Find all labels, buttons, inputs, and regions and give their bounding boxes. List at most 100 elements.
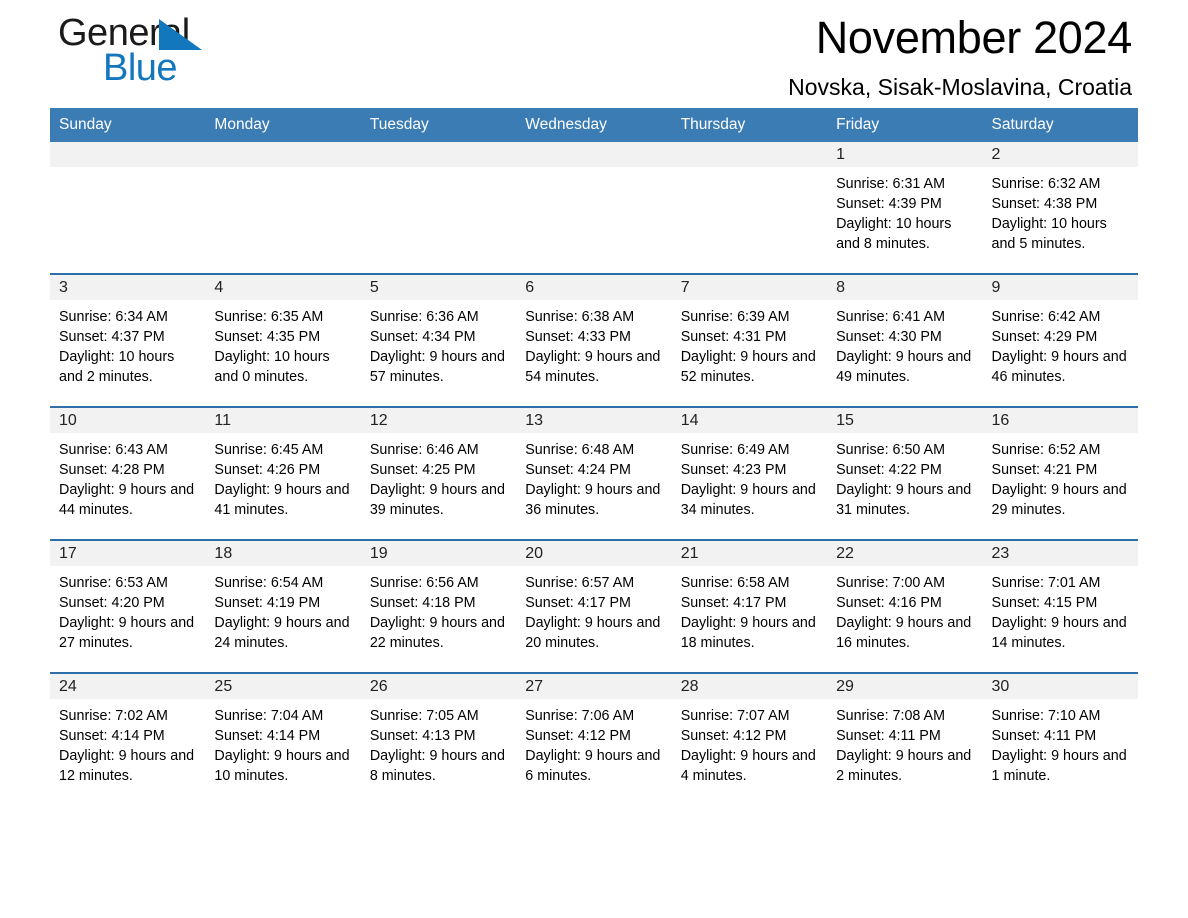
calendar-day-cell[interactable]: 11 Sunrise: 6:45 AM Sunset: 4:26 PM Dayligh…: [205, 406, 361, 540]
day-cell-inner: 17 Sunrise: 6:53 AM Sunset: 4:20 PM Dayligh…: [50, 541, 206, 672]
day-number: 25: [205, 674, 361, 699]
weekday-header-monday: Monday: [205, 108, 361, 142]
calendar-day-cell[interactable]: 1 Sunrise: 6:31 AM Sunset: 4:39 PM Daylight…: [827, 142, 983, 274]
day-cell-inner: 25 Sunrise: 7:04 AM Sunset: 4:14 PM Dayligh…: [205, 674, 361, 805]
day-cell-inner: 2 Sunrise: 6:32 AM Sunset: 4:38 PM Daylight…: [982, 142, 1138, 273]
calendar-day-cell[interactable]: 27 Sunrise: 7:06 AM Sunset: 4:12 PM Dayligh…: [516, 672, 672, 805]
logo-text-blue: Blue: [103, 47, 178, 89]
day-details: Sunrise: 6:48 AM Sunset: 4:24 PM Daylight:…: [516, 433, 671, 520]
day-number: 27: [516, 674, 672, 699]
day-cell-inner: 13 Sunrise: 6:48 AM Sunset: 4:24 PM Dayligh…: [516, 408, 672, 539]
sunset-text: Sunset: 4:25 PM: [369, 462, 476, 478]
daylight-text: Daylight: 9 hours and 8 minutes.: [369, 748, 505, 784]
calendar-day-cell[interactable]: 4 Sunrise: 6:35 AM Sunset: 4:35 PM Daylight…: [205, 273, 361, 407]
day-details: Sunrise: 7:02 AM Sunset: 4:14 PM Daylight:…: [50, 699, 205, 786]
sunrise-text: Sunrise: 6:48 AM: [525, 442, 635, 458]
sunrise-text: Sunrise: 6:46 AM: [369, 442, 479, 458]
calendar-day-cell[interactable]: 14 Sunrise: 6:49 AM Sunset: 4:23 PM Dayligh…: [671, 406, 828, 540]
sunset-text: Sunset: 4:24 PM: [525, 462, 631, 478]
calendar-day-cell[interactable]: 24 Sunrise: 7:02 AM Sunset: 4:14 PM Dayligh…: [50, 672, 206, 805]
day-details: Sunrise: 6:35 AM Sunset: 4:35 PM Daylight:…: [205, 300, 360, 387]
day-details: Sunrise: 6:54 AM Sunset: 4:19 PM Daylight:…: [205, 566, 360, 653]
daylight-text: Daylight: 9 hours and 54 minutes.: [525, 349, 661, 385]
day-details: Sunrise: 6:58 AM Sunset: 4:17 PM Daylight:…: [672, 566, 827, 653]
calendar-day-cell[interactable]: 19 Sunrise: 6:56 AM Sunset: 4:18 PM Dayligh…: [360, 539, 517, 673]
calendar-day-cell[interactable]: 12 Sunrise: 6:46 AM Sunset: 4:25 PM Dayligh…: [360, 406, 517, 540]
calendar-day-cell[interactable]: 26 Sunrise: 7:05 AM Sunset: 4:13 PM Dayligh…: [360, 672, 517, 805]
sunrise-text: Sunrise: 6:35 AM: [214, 309, 324, 325]
day-details: Sunrise: 7:04 AM Sunset: 4:14 PM Daylight:…: [205, 699, 360, 786]
sunset-text: Sunset: 4:14 PM: [59, 728, 165, 744]
day-details: Sunrise: 6:41 AM Sunset: 4:30 PM Daylight:…: [827, 300, 982, 387]
calendar-day-cell[interactable]: 29 Sunrise: 7:08 AM Sunset: 4:11 PM Dayligh…: [827, 672, 983, 805]
sunset-text: Sunset: 4:22 PM: [836, 462, 942, 478]
daylight-text: Daylight: 9 hours and 44 minutes.: [59, 482, 195, 518]
weekday-header-saturday: Saturday: [982, 108, 1138, 142]
day-cell-inner: 4 Sunrise: 6:35 AM Sunset: 4:35 PM Daylight…: [205, 275, 361, 406]
sunrise-text: Sunrise: 6:52 AM: [991, 442, 1101, 458]
sunrise-text: Sunrise: 7:10 AM: [991, 708, 1101, 724]
day-cell-inner: 28 Sunrise: 7:07 AM Sunset: 4:12 PM Dayligh…: [671, 674, 828, 805]
calendar-day-cell[interactable]: 28 Sunrise: 7:07 AM Sunset: 4:12 PM Dayligh…: [671, 672, 828, 805]
calendar-day-cell[interactable]: 3 Sunrise: 6:34 AM Sunset: 4:37 PM Daylight…: [50, 273, 206, 407]
day-cell-inner: 6 Sunrise: 6:38 AM Sunset: 4:33 PM Daylight…: [516, 275, 672, 406]
calendar-header-row: Sunday Monday Tuesday Wednesday Thursday…: [50, 108, 1138, 142]
day-cell-inner: [671, 142, 828, 273]
sunrise-text: Sunrise: 6:39 AM: [680, 309, 790, 325]
calendar-week-row: 17 Sunrise: 6:53 AM Sunset: 4:20 PM Dayligh…: [50, 539, 1138, 673]
calendar-day-cell[interactable]: 9 Sunrise: 6:42 AM Sunset: 4:29 PM Daylight…: [982, 273, 1138, 407]
general-blue-logo[interactable]: General Blue: [58, 14, 288, 92]
calendar-day-cell[interactable]: 22 Sunrise: 7:00 AM Sunset: 4:16 PM Dayligh…: [827, 539, 983, 673]
sunset-text: Sunset: 4:19 PM: [214, 595, 321, 611]
daylight-text: Daylight: 9 hours and 34 minutes.: [680, 482, 816, 518]
day-cell-inner: 11 Sunrise: 6:45 AM Sunset: 4:26 PM Dayligh…: [205, 408, 361, 539]
day-cell-inner: 7 Sunrise: 6:39 AM Sunset: 4:31 PM Daylight…: [671, 275, 828, 406]
calendar-day-cell[interactable]: 10 Sunrise: 6:43 AM Sunset: 4:28 PM Dayligh…: [50, 406, 206, 540]
weekday-header-sunday: Sunday: [50, 108, 206, 142]
daylight-text: Daylight: 9 hours and 31 minutes.: [836, 482, 972, 518]
calendar-day-cell[interactable]: 13 Sunrise: 6:48 AM Sunset: 4:24 PM Dayligh…: [516, 406, 672, 540]
day-number: 1: [827, 142, 983, 167]
day-cell-inner: 5 Sunrise: 6:36 AM Sunset: 4:34 PM Daylight…: [360, 275, 517, 406]
day-details: Sunrise: 7:00 AM Sunset: 4:16 PM Daylight:…: [827, 566, 982, 653]
sunrise-text: Sunrise: 6:34 AM: [59, 309, 168, 325]
calendar-day-cell[interactable]: 20 Sunrise: 6:57 AM Sunset: 4:17 PM Dayligh…: [516, 539, 672, 673]
day-number: [360, 142, 517, 167]
calendar-page: General Blue November 2024 Novska, Sisak…: [0, 0, 1188, 918]
calendar-day-cell[interactable]: 7 Sunrise: 6:39 AM Sunset: 4:31 PM Daylight…: [671, 273, 828, 407]
calendar-day-cell[interactable]: 5 Sunrise: 6:36 AM Sunset: 4:34 PM Daylight…: [360, 273, 517, 407]
calendar-day-cell[interactable]: 17 Sunrise: 6:53 AM Sunset: 4:20 PM Dayligh…: [50, 539, 206, 673]
sunrise-text: Sunrise: 6:32 AM: [991, 176, 1101, 192]
day-details: Sunrise: 6:39 AM Sunset: 4:31 PM Daylight:…: [672, 300, 827, 387]
calendar-week-row: 24 Sunrise: 7:02 AM Sunset: 4:14 PM Dayligh…: [50, 672, 1138, 805]
sunset-text: Sunset: 4:38 PM: [991, 196, 1098, 212]
calendar-day-cell[interactable]: 6 Sunrise: 6:38 AM Sunset: 4:33 PM Daylight…: [516, 273, 672, 407]
calendar-day-cell[interactable]: 15 Sunrise: 6:50 AM Sunset: 4:22 PM Dayligh…: [827, 406, 983, 540]
day-details: Sunrise: 6:36 AM Sunset: 4:34 PM Daylight:…: [361, 300, 516, 387]
day-number: 19: [360, 541, 517, 566]
day-number: 17: [50, 541, 206, 566]
calendar-day-cell[interactable]: 2 Sunrise: 6:32 AM Sunset: 4:38 PM Daylight…: [982, 142, 1138, 274]
day-details: Sunrise: 6:56 AM Sunset: 4:18 PM Daylight:…: [361, 566, 516, 653]
sunrise-text: Sunrise: 7:01 AM: [991, 575, 1101, 591]
day-number: 7: [671, 275, 828, 300]
day-details: Sunrise: 6:43 AM Sunset: 4:28 PM Daylight:…: [50, 433, 205, 520]
day-cell-inner: 30 Sunrise: 7:10 AM Sunset: 4:11 PM Dayligh…: [982, 674, 1138, 805]
sunrise-text: Sunrise: 6:31 AM: [836, 176, 945, 192]
daylight-text: Daylight: 9 hours and 22 minutes.: [369, 615, 505, 651]
daylight-text: Daylight: 9 hours and 52 minutes.: [680, 349, 816, 385]
calendar-day-cell[interactable]: 25 Sunrise: 7:04 AM Sunset: 4:14 PM Dayligh…: [205, 672, 361, 805]
sunrise-text: Sunrise: 6:42 AM: [991, 309, 1101, 325]
day-number: 30: [982, 674, 1138, 699]
calendar-day-cell[interactable]: 16 Sunrise: 6:52 AM Sunset: 4:21 PM Dayligh…: [982, 406, 1138, 540]
daylight-text: Daylight: 9 hours and 2 minutes.: [836, 748, 972, 784]
calendar-day-cell[interactable]: 30 Sunrise: 7:10 AM Sunset: 4:11 PM Dayligh…: [982, 672, 1138, 805]
day-cell-inner: 14 Sunrise: 6:49 AM Sunset: 4:23 PM Dayligh…: [671, 408, 828, 539]
calendar-day-cell[interactable]: 21 Sunrise: 6:58 AM Sunset: 4:17 PM Dayligh…: [671, 539, 828, 673]
calendar-day-cell[interactable]: 23 Sunrise: 7:01 AM Sunset: 4:15 PM Dayligh…: [982, 539, 1138, 673]
calendar-day-cell[interactable]: 8 Sunrise: 6:41 AM Sunset: 4:30 PM Daylight…: [827, 273, 983, 407]
sunset-text: Sunset: 4:17 PM: [680, 595, 787, 611]
calendar-day-cell[interactable]: 18 Sunrise: 6:54 AM Sunset: 4:19 PM Dayligh…: [205, 539, 361, 673]
sunrise-text: Sunrise: 6:53 AM: [59, 575, 168, 591]
daylight-text: Daylight: 9 hours and 18 minutes.: [680, 615, 816, 651]
